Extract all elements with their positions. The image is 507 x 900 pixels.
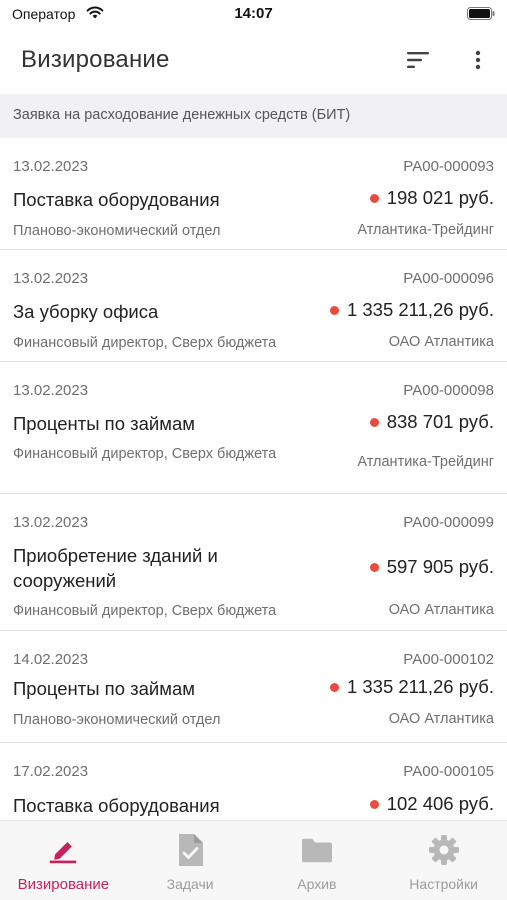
document-list: 13.02.2023 РА00-000093 Поставка оборудов… (0, 138, 507, 820)
document-date: 13.02.2023 (13, 158, 89, 175)
document-department: Планово-экономический отдел (13, 223, 221, 239)
gear-icon (428, 835, 459, 865)
tab-settings[interactable]: Настройки (380, 821, 507, 900)
document-date: 13.02.2023 (13, 270, 89, 287)
document-department: Финансовый директор, Сверх бюджета (13, 603, 277, 619)
more-vertical-icon (475, 50, 481, 70)
sort-button[interactable] (402, 46, 434, 74)
document-number: РА00-000105 (403, 763, 494, 780)
amount-value: 1 335 211,26 руб. (346, 299, 494, 320)
section-title: Заявка на расходование денежных средств … (13, 107, 351, 123)
document-date: 13.02.2023 (13, 382, 89, 399)
document-date: 14.02.2023 (13, 651, 89, 668)
status-dot-icon (369, 417, 379, 427)
status-dot-icon (369, 799, 379, 809)
document-amount: 198 021 руб. (369, 187, 494, 209)
document-title: Поставка оборудования (13, 189, 220, 210)
document-amount: 1 335 211,26 руб. (329, 676, 494, 698)
document-item[interactable]: 17.02.2023 РА00-000105 Поставка оборудов… (0, 743, 507, 820)
document-number: РА00-000099 (403, 514, 494, 531)
document-number: РА00-000093 (403, 158, 494, 175)
status-dot-icon (369, 193, 379, 203)
tab-tasks[interactable]: Задачи (127, 821, 254, 900)
document-organization: Атлантика-Трейдинг (357, 222, 494, 238)
clock: 14:07 (234, 5, 273, 22)
document-number: РА00-000098 (403, 382, 494, 399)
more-options-button[interactable] (466, 46, 490, 74)
tab-archive[interactable]: Архив (254, 821, 381, 900)
tab-label: Настройки (409, 876, 478, 892)
amount-value: 1 335 211,26 руб. (346, 676, 494, 697)
document-organization: ОАО Атлантика (388, 602, 494, 618)
document-title: За уборку офиса (13, 301, 159, 322)
document-number: РА00-000096 (403, 270, 494, 287)
document-date: 17.02.2023 (13, 763, 89, 780)
document-item[interactable]: 13.02.2023 РА00-000098 Проценты по займа… (0, 362, 507, 494)
document-amount: 597 905 руб. (369, 556, 494, 578)
document-department: Финансовый директор, Сверх бюджета (13, 335, 277, 351)
document-department: Планово-экономический отдел (13, 712, 221, 728)
tab-label: Архив (297, 876, 337, 892)
document-amount: 1 335 211,26 руб. (329, 299, 494, 321)
document-organization: ОАО Атлантика (388, 711, 494, 727)
document-organization: ОАО Атлантика (388, 334, 494, 350)
document-amount: 102 406 руб. (369, 793, 494, 815)
section-header: Заявка на расходование денежных средств … (0, 94, 507, 138)
sort-icon (407, 52, 429, 68)
status-dot-icon (369, 562, 379, 572)
document-number: РА00-000102 (403, 651, 494, 668)
amount-value: 198 021 руб. (386, 187, 494, 208)
document-title: Поставка оборудования (13, 795, 220, 816)
amount-value: 838 701 руб. (386, 411, 494, 432)
app-header: Визирование (0, 28, 507, 92)
tab-bar: Визирование Задачи Архив Настройки (0, 820, 507, 900)
document-title: Приобретение зданий и сооружений (13, 545, 218, 591)
tab-label: Задачи (166, 876, 214, 892)
amount-value: 597 905 руб. (386, 556, 494, 577)
tab-label: Визирование (17, 876, 110, 893)
status-dot-icon (329, 682, 339, 692)
amount-value: 102 406 руб. (386, 793, 494, 814)
status-dot-icon (329, 305, 339, 315)
document-item[interactable]: 13.02.2023 РА00-000093 Поставка оборудов… (0, 138, 507, 250)
folder-icon (301, 835, 332, 865)
document-title: Проценты по займам (13, 413, 195, 434)
battery-icon (467, 7, 495, 20)
document-department: Финансовый директор, Сверх бюджета (13, 446, 277, 462)
status-bar: Оператор 14:07 (0, 0, 507, 28)
document-date: 13.02.2023 (13, 514, 89, 531)
document-title: Проценты по займам (13, 678, 195, 699)
document-item[interactable]: 13.02.2023 РА00-000099 Приобретение здан… (0, 494, 507, 631)
task-document-icon (175, 834, 205, 866)
page-title: Визирование (21, 46, 170, 73)
document-item[interactable]: 13.02.2023 РА00-000096 За уборку офиса 1… (0, 250, 507, 362)
pen-icon (48, 835, 78, 865)
document-amount: 838 701 руб. (369, 411, 494, 433)
document-item[interactable]: 14.02.2023 РА00-000102 Проценты по займа… (0, 631, 507, 743)
document-organization: Атлантика-Трейдинг (357, 454, 494, 470)
tab-vizirovanie[interactable]: Визирование (0, 821, 127, 900)
